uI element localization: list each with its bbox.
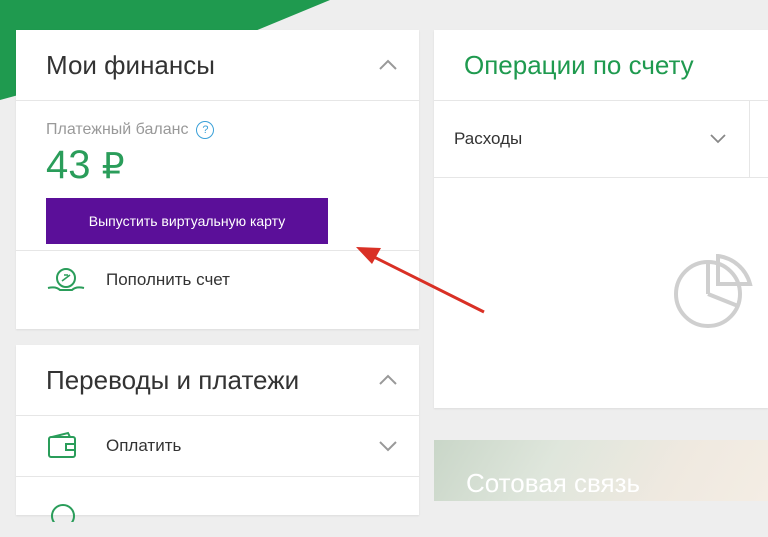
finances-title: Мои финансы: [46, 49, 215, 80]
balance-amount: 43 ₽: [46, 143, 389, 188]
help-icon[interactable]: ?: [196, 121, 215, 139]
pay-label: Оплатить: [106, 436, 182, 455]
transfers-header[interactable]: Переводы и платежи: [16, 345, 419, 416]
operations-filter-bar: Расходы: [434, 100, 768, 178]
chevron-up-icon[interactable]: [377, 369, 399, 391]
chevron-up-icon[interactable]: [377, 54, 399, 76]
coin-hand-icon: [46, 266, 90, 294]
promo-title: Сотовая связь: [466, 468, 641, 498]
balance-block: Платежный баланс ? 43 ₽ Выпустить виртуа…: [16, 101, 419, 251]
operations-title: Операции по счету: [464, 49, 694, 80]
transfers-panel: Переводы и платежи Оплатить: [16, 345, 419, 522]
expenses-select-value: Расходы: [454, 129, 523, 148]
wallet-icon: [46, 431, 90, 461]
pay-row[interactable]: Оплатить: [16, 416, 419, 477]
balance-label: Платежный баланс: [46, 121, 189, 138]
expenses-select[interactable]: Расходы: [434, 101, 750, 177]
finances-panel: Мои финансы Платежный баланс ? 43 ₽ Выпу…: [16, 30, 419, 329]
currency-symbol: ₽: [101, 145, 125, 186]
pie-chart-icon: [674, 253, 753, 328]
balance-value: 43: [46, 143, 91, 187]
topup-row[interactable]: Пополнить счет: [16, 251, 419, 309]
chevron-down-icon[interactable]: [377, 435, 399, 457]
chart-placeholder: [670, 253, 768, 339]
operations-panel: Операции по счету Расходы: [434, 30, 768, 408]
issue-virtual-card-button[interactable]: Выпустить виртуальную карту: [46, 198, 328, 244]
finances-header[interactable]: Мои финансы: [16, 30, 419, 101]
next-row[interactable]: [16, 477, 419, 537]
circle-icon: [46, 492, 90, 522]
chevron-down-icon: [707, 128, 729, 150]
transfers-title: Переводы и платежи: [46, 364, 300, 395]
topup-label: Пополнить счет: [106, 270, 230, 289]
mobile-promo-tile[interactable]: Сотовая связь: [434, 440, 768, 501]
